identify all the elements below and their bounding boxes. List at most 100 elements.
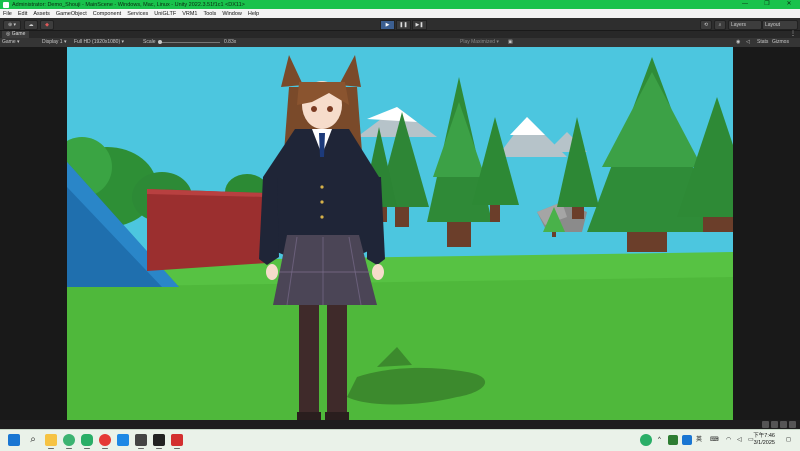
clock-time: 下午7:46 <box>753 433 775 439</box>
cloud-button[interactable]: ☁ <box>24 20 38 30</box>
account-dropdown[interactable]: ⊕ ▾ <box>3 20 21 30</box>
red-wall <box>147 189 267 271</box>
wechat-icon[interactable] <box>81 434 93 449</box>
view-label: Game <box>2 39 16 45</box>
character-tie <box>319 133 325 157</box>
character-eye-left <box>311 106 317 112</box>
file-explorer-icon[interactable] <box>45 434 57 449</box>
display-dropdown[interactable]: Display 1 ▾ <box>42 39 66 46</box>
ime-indicator[interactable]: 英 <box>696 434 702 446</box>
menu-assets[interactable]: Assets <box>33 11 50 17</box>
character-right-hand <box>372 264 384 280</box>
show-hidden-icons[interactable]: ^ <box>658 434 661 446</box>
menu-gameobject[interactable]: GameObject <box>56 11 87 17</box>
menu-window[interactable]: Window <box>222 11 242 17</box>
panel-tab-row: ◎ Game ⋮ <box>0 31 800 38</box>
blazer-button <box>320 185 324 189</box>
menu-file[interactable]: File <box>3 11 12 17</box>
security-icon[interactable] <box>668 435 678 445</box>
app-icon[interactable] <box>63 434 75 449</box>
view-dropdown[interactable]: Game ▾ <box>2 39 20 46</box>
clock[interactable]: 下午7:46 3/1/2025 <box>753 433 775 447</box>
window-title-bar[interactable]: Administrator: Demo_Shouji - MainScene -… <box>0 0 800 9</box>
game-viewport[interactable] <box>0 47 800 420</box>
scale-slider-handle[interactable] <box>158 40 162 44</box>
character-shoe <box>325 412 349 420</box>
wechat-tray-icon[interactable] <box>640 434 652 446</box>
wifi-icon[interactable]: ◠ <box>726 434 731 446</box>
game-view-toolbar: Game ▾ Display 1 ▾ Full HD (1920x1080) ▾… <box>0 38 800 47</box>
menu-vrm1[interactable]: VRM1 <box>182 11 197 17</box>
unity-editor-icon[interactable] <box>153 434 165 449</box>
status-icon[interactable] <box>762 421 769 428</box>
minimize-button[interactable]: — <box>734 0 756 9</box>
display-label: Display 1 <box>42 39 63 45</box>
menu-edit[interactable]: Edit <box>18 11 27 17</box>
volume-icon[interactable]: ◁ <box>737 434 742 446</box>
layout-label: Layout <box>765 22 781 28</box>
unity-status-bar <box>0 420 800 429</box>
resolution-label: Full HD (1920x1080) <box>74 39 121 45</box>
menu-unigltf[interactable]: UniGLTF <box>154 11 176 17</box>
play-mode-dropdown[interactable]: Play Maximized ▾ <box>460 39 499 46</box>
app-icon[interactable] <box>171 434 183 449</box>
play-button[interactable]: ▶ <box>380 20 395 30</box>
layout-dropdown[interactable]: Layout <box>762 20 798 30</box>
blazer-button <box>320 200 324 204</box>
search-icon[interactable]: ⌕ <box>27 434 39 446</box>
windows-start-icon[interactable] <box>8 434 20 446</box>
layers-label: Layers <box>731 22 747 28</box>
clock-date: 3/1/2025 <box>753 440 775 446</box>
status-icon[interactable] <box>771 421 778 428</box>
character-right-leg <box>327 302 347 420</box>
menu-component[interactable]: Component <box>93 11 121 17</box>
close-button[interactable]: ✕ <box>778 0 800 9</box>
character-shoe <box>297 412 321 420</box>
pause-button[interactable]: ❚❚ <box>396 20 411 30</box>
notification-icon[interactable]: ◻ <box>786 434 791 446</box>
eye-icon[interactable]: ◉ <box>736 39 740 46</box>
windows-taskbar: ⌕ ^ 英 ⌨ ◠ ◁ ▭ 下午7:46 3/1/2025 ◻ <box>0 429 800 451</box>
search-button[interactable]: ⌕ <box>714 20 726 30</box>
status-icon[interactable] <box>789 421 796 428</box>
character-eye-right <box>327 106 333 112</box>
scale-label: Scale <box>143 39 156 45</box>
unity-toolbar: ⊕ ▾ ☁ ◆ ▶ ❚❚ ▶❚ ⟲ ⌕ Layers Layout <box>0 18 800 31</box>
search-icon: ⌕ <box>718 22 722 28</box>
layers-dropdown[interactable]: Layers <box>728 20 762 30</box>
unity-hub-icon[interactable] <box>135 434 147 449</box>
character-left-hand <box>266 264 278 280</box>
history-icon: ⟲ <box>703 22 709 28</box>
maximize-button[interactable]: ❐ <box>756 0 778 9</box>
input-icon[interactable]: ⌨ <box>710 434 719 446</box>
collab-button[interactable]: ◆ <box>40 20 54 30</box>
app-icon[interactable] <box>117 434 129 446</box>
resolution-dropdown[interactable]: Full HD (1920x1080) ▾ <box>74 39 124 46</box>
collab-icon: ◆ <box>45 22 49 28</box>
tray-app-icon[interactable] <box>682 435 692 445</box>
audio-icon[interactable]: ◁ <box>746 39 750 46</box>
blazer-button <box>320 215 324 219</box>
game-render[interactable] <box>67 47 733 420</box>
scale-value: 0.83x <box>224 39 237 45</box>
unity-app-icon <box>3 1 9 8</box>
status-icon[interactable] <box>780 421 787 428</box>
menu-services[interactable]: Services <box>127 11 148 17</box>
window-title: Administrator: Demo_Shouji - MainScene -… <box>12 1 245 8</box>
tab-game[interactable]: ◎ Game <box>2 31 30 38</box>
step-button[interactable]: ▶❚ <box>412 20 427 30</box>
stats-button[interactable]: Stats <box>757 39 768 46</box>
chrome-icon[interactable] <box>99 434 111 449</box>
history-button[interactable]: ⟲ <box>700 20 712 30</box>
more-options-icon[interactable]: ⋮ <box>790 31 796 38</box>
menu-help[interactable]: Help <box>248 11 259 17</box>
menu-tools[interactable]: Tools <box>203 11 216 17</box>
menu-bar: File Edit Assets GameObject Component Se… <box>0 9 800 18</box>
play-mode-label: Play Maximized <box>460 39 496 45</box>
character-left-leg <box>299 302 319 420</box>
mute-icon[interactable]: ▣ <box>508 39 513 46</box>
play-controls: ▶ ❚❚ ▶❚ <box>380 20 428 30</box>
scale-slider-track[interactable] <box>160 42 220 43</box>
gizmos-button[interactable]: Gizmos <box>772 39 789 46</box>
cloud-icon: ☁ <box>28 22 34 28</box>
